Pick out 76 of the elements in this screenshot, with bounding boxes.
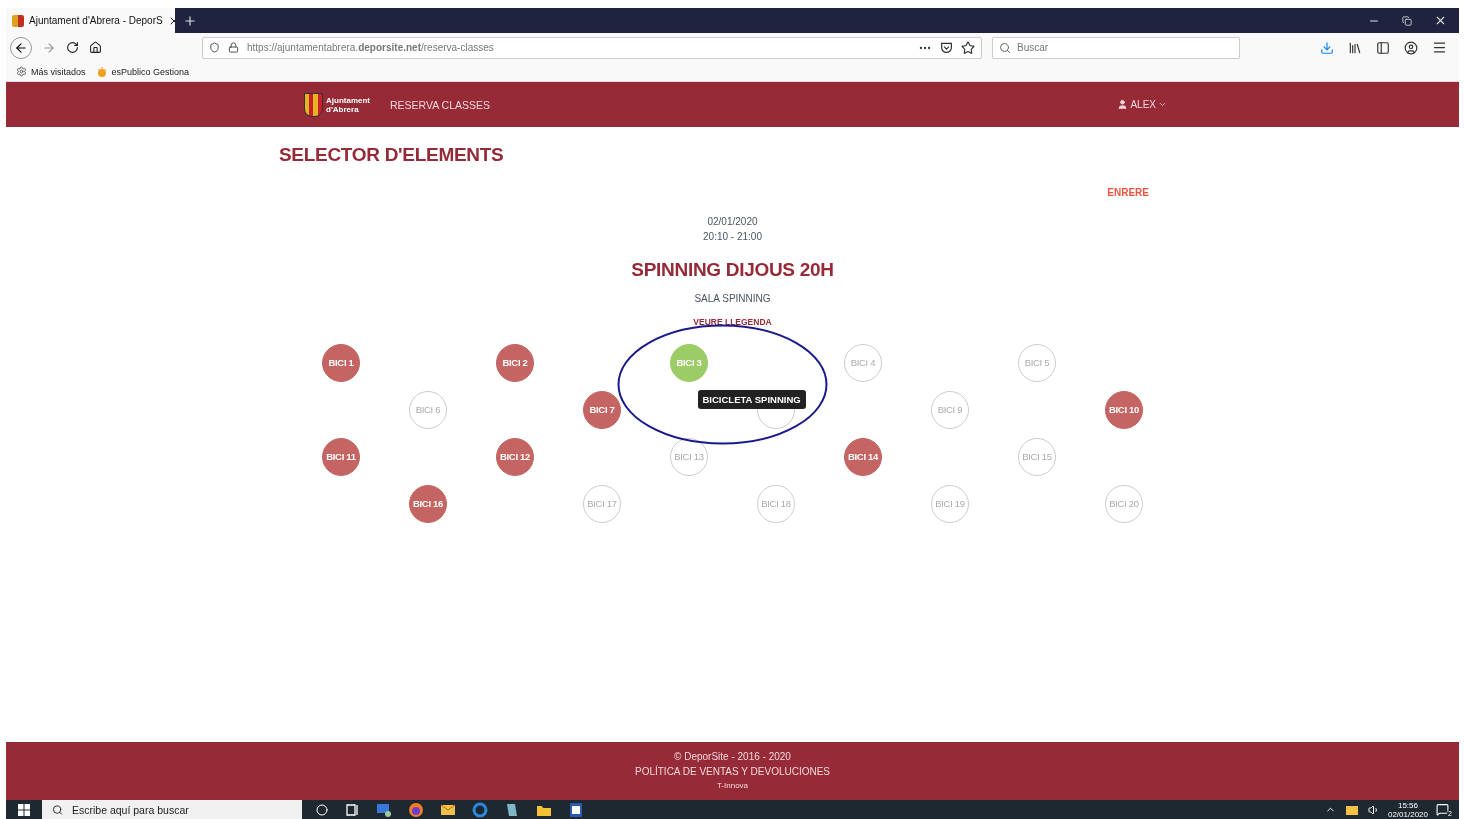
class-time: 20:10 - 21:00 xyxy=(703,230,762,244)
page-title: SELECTOR D'ELEMENTS xyxy=(279,144,505,166)
shield-icon[interactable] xyxy=(209,42,220,53)
browser-tab[interactable]: Ajuntament d'Abrera - DeporS xyxy=(6,8,175,33)
site-favicon-icon xyxy=(12,14,24,27)
taskbar-search-field[interactable]: Escribe aquí para buscar xyxy=(42,800,302,819)
tooltip: BICICLETA SPINNING xyxy=(697,390,806,409)
copyright-text: © DeporSite - 2016 - 2020 xyxy=(674,750,791,764)
search-field[interactable]: Buscar xyxy=(992,36,1240,59)
bike-seat[interactable]: BICI 7 xyxy=(583,390,621,429)
clock-date: 02/01/2020 xyxy=(1387,809,1428,819)
pocket-icon[interactable] xyxy=(940,41,953,54)
bike-seat[interactable]: BICI 4 xyxy=(844,343,882,382)
bike-seat[interactable]: BICI 19 xyxy=(931,484,969,523)
star-icon[interactable] xyxy=(961,40,975,55)
bike-seat[interactable]: BICI 17 xyxy=(583,484,621,523)
legend-link[interactable]: VEURE LLEGENDA xyxy=(693,317,772,327)
caret-icon xyxy=(1158,100,1167,109)
class-date: 02/01/2020 xyxy=(707,215,758,229)
sun-icon xyxy=(95,65,108,78)
back-link[interactable]: ENRERE xyxy=(1107,187,1149,198)
gear-icon xyxy=(16,66,27,77)
bookmark-link[interactable]: Más visitados xyxy=(31,66,86,77)
url-text: https://ajuntamentabrera.deporsite.net/reserva-classes xyxy=(247,42,495,53)
bookmark-link[interactable]: esPublico Gestiona xyxy=(111,66,190,77)
bike-seat[interactable]: BICI 9 xyxy=(931,390,969,429)
sidebar-icon[interactable] xyxy=(1376,40,1390,55)
search-icon xyxy=(52,804,63,815)
logo-text: Ajuntament xyxy=(326,95,370,105)
class-name: SPINNING DIJOUS 20H xyxy=(631,259,834,281)
message-icon xyxy=(1436,803,1449,816)
home-icon[interactable] xyxy=(89,41,102,54)
bike-seat[interactable]: BICI 16 xyxy=(409,484,447,523)
address-bar[interactable]: https://ajuntamentabrera.deporsite.net/reserva-classes xyxy=(202,36,982,59)
windows-logo-icon[interactable] xyxy=(18,803,30,816)
nav-link[interactable]: RESERVA CLASSES xyxy=(390,98,490,111)
clock-time: 15:56 xyxy=(1397,800,1418,810)
cortana-icon[interactable] xyxy=(316,803,328,816)
policy-link[interactable]: POLÍTICA DE VENTAS Y DEVOLUCIONES xyxy=(634,764,831,779)
user-icon xyxy=(1117,99,1129,110)
task-view-icon[interactable] xyxy=(344,801,360,818)
bike-seat[interactable]: BICI 5 xyxy=(1018,343,1056,382)
coat-of-arms-icon xyxy=(304,92,323,117)
restore-icon[interactable] xyxy=(1402,15,1412,26)
library-icon[interactable] xyxy=(1348,40,1362,55)
user-menu[interactable]: ALEX xyxy=(1117,99,1167,110)
download-icon[interactable] xyxy=(1320,40,1334,55)
reload-icon[interactable] xyxy=(66,41,79,54)
bike-seat[interactable]: BICI 13 xyxy=(670,437,708,476)
lock-icon xyxy=(228,42,239,53)
tab-title: Ajuntament d'Abrera - DeporS xyxy=(29,15,163,26)
bike-seat[interactable]: BICI 14 xyxy=(844,437,882,476)
room-name: SALA SPINNING xyxy=(694,292,771,306)
bike-seat[interactable]: BICI 11 xyxy=(322,437,360,476)
bike-seat[interactable]: BICI 15 xyxy=(1018,437,1056,476)
bike-seat[interactable]: BICI 12 xyxy=(496,437,534,476)
computer-icon[interactable] xyxy=(376,801,392,818)
credit-text: T-Innova xyxy=(716,780,749,792)
bike-seat[interactable]: BICI 20 xyxy=(1105,484,1143,523)
document-icon[interactable] xyxy=(568,801,584,818)
search-icon xyxy=(999,41,1011,54)
logo-text: d'Abrera xyxy=(326,104,359,114)
bike-seat[interactable]: BICI 1 xyxy=(322,343,360,382)
bike-seat[interactable]: BICI 18 xyxy=(757,484,795,523)
forward-icon[interactable] xyxy=(42,40,56,55)
bike-seat[interactable]: BICI 10 xyxy=(1105,390,1143,429)
speaker-icon[interactable] xyxy=(1367,803,1380,816)
globe-icon[interactable] xyxy=(472,801,488,818)
new-tab-icon[interactable] xyxy=(183,13,197,28)
bike-seat[interactable]: BICI 6 xyxy=(409,390,447,429)
browser-icon[interactable] xyxy=(408,801,424,818)
bike-seat[interactable]: BICI 2 xyxy=(496,343,534,382)
menu-icon[interactable] xyxy=(1432,40,1447,55)
book-icon[interactable] xyxy=(504,801,520,818)
account-icon[interactable] xyxy=(1404,40,1418,55)
close-icon[interactable] xyxy=(1434,14,1447,27)
